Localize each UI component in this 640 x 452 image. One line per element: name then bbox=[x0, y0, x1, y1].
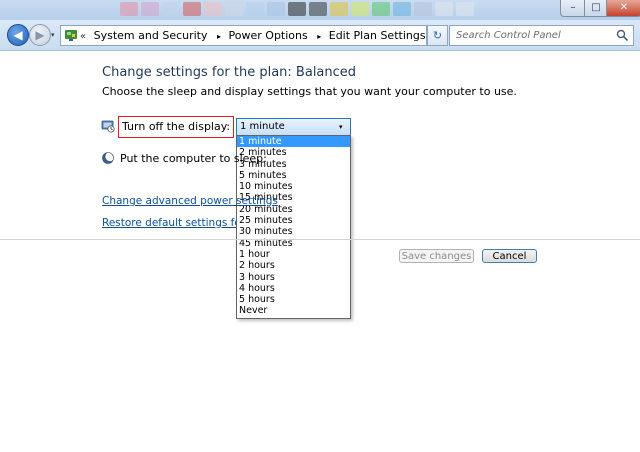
dropdown-option[interactable]: 2 hours bbox=[237, 260, 350, 271]
restore-defaults-link[interactable]: Restore default settings for this plan bbox=[102, 217, 236, 229]
breadcrumb-separator[interactable]: ▸ bbox=[317, 32, 321, 41]
dropdown-option[interactable]: 25 minutes bbox=[237, 215, 350, 226]
close-button[interactable]: ✕ bbox=[606, 0, 640, 17]
dropdown-option[interactable]: 1 minute bbox=[237, 136, 350, 148]
sleep-label: Put the computer to sleep: bbox=[120, 152, 267, 165]
refresh-icon[interactable]: ↻ bbox=[427, 25, 448, 46]
turn-off-display-selected-value: 1 minute bbox=[240, 121, 285, 132]
breadcrumb-overflow[interactable]: « bbox=[80, 31, 86, 42]
dropdown-option[interactable]: 30 minutes bbox=[237, 226, 350, 237]
dropdown-option[interactable]: Never bbox=[237, 305, 350, 316]
dropdown-option[interactable]: 1 hour bbox=[237, 249, 350, 260]
search-box[interactable] bbox=[449, 25, 634, 46]
divider bbox=[0, 239, 640, 240]
dropdown-option[interactable]: 4 hours bbox=[237, 283, 350, 294]
save-changes-button[interactable]: Save changes bbox=[399, 249, 474, 263]
turn-off-display-label: Turn off the display: bbox=[118, 116, 235, 138]
dropdown-option[interactable]: 3 hours bbox=[237, 272, 350, 283]
page-subtitle: Choose the sleep and display settings th… bbox=[102, 85, 517, 98]
background-color-swatches bbox=[120, 2, 474, 18]
breadcrumb-item-power-options[interactable]: Power Options bbox=[229, 29, 308, 42]
chevron-down-icon: ▾ bbox=[339, 123, 343, 131]
breadcrumb: « System and Security ▸ Power Options ▸ … bbox=[80, 26, 426, 45]
moon-sleep-icon bbox=[102, 151, 115, 164]
breadcrumb-item-edit-plan-settings[interactable]: Edit Plan Settings bbox=[329, 29, 426, 42]
window-title-bar: – □ ✕ bbox=[0, 0, 640, 21]
breadcrumb-separator[interactable]: ▸ bbox=[217, 32, 221, 41]
display-timer-icon bbox=[101, 120, 115, 133]
control-panel-icon bbox=[65, 30, 77, 41]
dropdown-option[interactable]: 5 hours bbox=[237, 294, 350, 305]
breadcrumb-item-system-security[interactable]: System and Security bbox=[94, 29, 208, 42]
search-input[interactable] bbox=[454, 26, 616, 45]
cancel-button[interactable]: Cancel bbox=[482, 249, 537, 263]
advanced-power-settings-link[interactable]: Change advanced power settings bbox=[102, 195, 278, 207]
recent-pages-dropdown[interactable]: ▾ bbox=[51, 31, 55, 39]
page-title: Change settings for the plan: Balanced bbox=[102, 65, 357, 80]
dropdown-option[interactable]: 10 minutes bbox=[237, 181, 350, 192]
minimize-button[interactable]: – bbox=[560, 0, 586, 17]
navigation-bar: ◀ ▶ ▾ « System and Security ▸ Power Opti… bbox=[0, 20, 640, 51]
search-icon[interactable] bbox=[616, 29, 629, 42]
turn-off-display-select[interactable]: 1 minute ▾ bbox=[236, 118, 351, 136]
back-arrow-icon[interactable]: ◀ bbox=[7, 24, 29, 46]
main-content: Change settings for the plan: Balanced C… bbox=[0, 51, 640, 452]
dropdown-option[interactable]: 5 minutes bbox=[237, 170, 350, 181]
maximize-button[interactable]: □ bbox=[584, 0, 608, 17]
address-bar[interactable]: « System and Security ▸ Power Options ▸ … bbox=[60, 25, 477, 46]
forward-arrow-icon[interactable]: ▶ bbox=[29, 24, 51, 46]
